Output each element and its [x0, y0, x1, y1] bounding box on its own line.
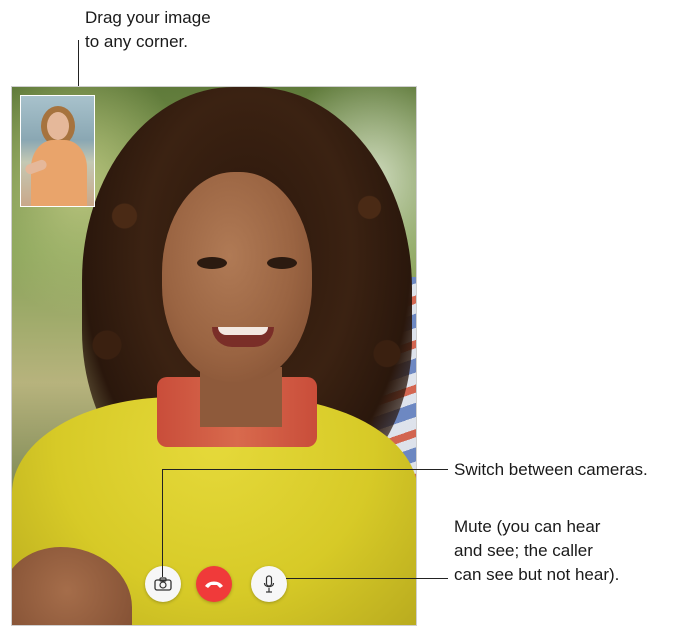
end-call-button[interactable] — [196, 566, 232, 602]
facetime-call-screen — [11, 86, 417, 626]
leader-line-switch-vertical — [162, 469, 163, 577]
callout-switch-cameras: Switch between cameras. — [454, 460, 648, 479]
caller-eye-left — [197, 257, 227, 269]
caller-teeth — [218, 327, 268, 335]
caller-face — [162, 172, 312, 382]
self-view-thumbnail[interactable] — [20, 95, 95, 207]
caller-eye-right — [267, 257, 297, 269]
microphone-icon — [263, 575, 275, 593]
camera-switch-icon — [154, 577, 172, 591]
phone-hang-up-icon — [205, 581, 223, 588]
switch-camera-button[interactable] — [145, 566, 181, 602]
mute-button[interactable] — [251, 566, 287, 602]
self-view-body — [31, 140, 87, 206]
self-view-face — [47, 112, 69, 140]
callout-mute: Mute (you can hear and see; the caller c… — [454, 517, 620, 584]
callout-drag-image: Drag your image to any corner. — [85, 8, 211, 51]
leader-line-mute — [286, 578, 448, 579]
leader-line-switch-horizontal — [162, 469, 448, 470]
